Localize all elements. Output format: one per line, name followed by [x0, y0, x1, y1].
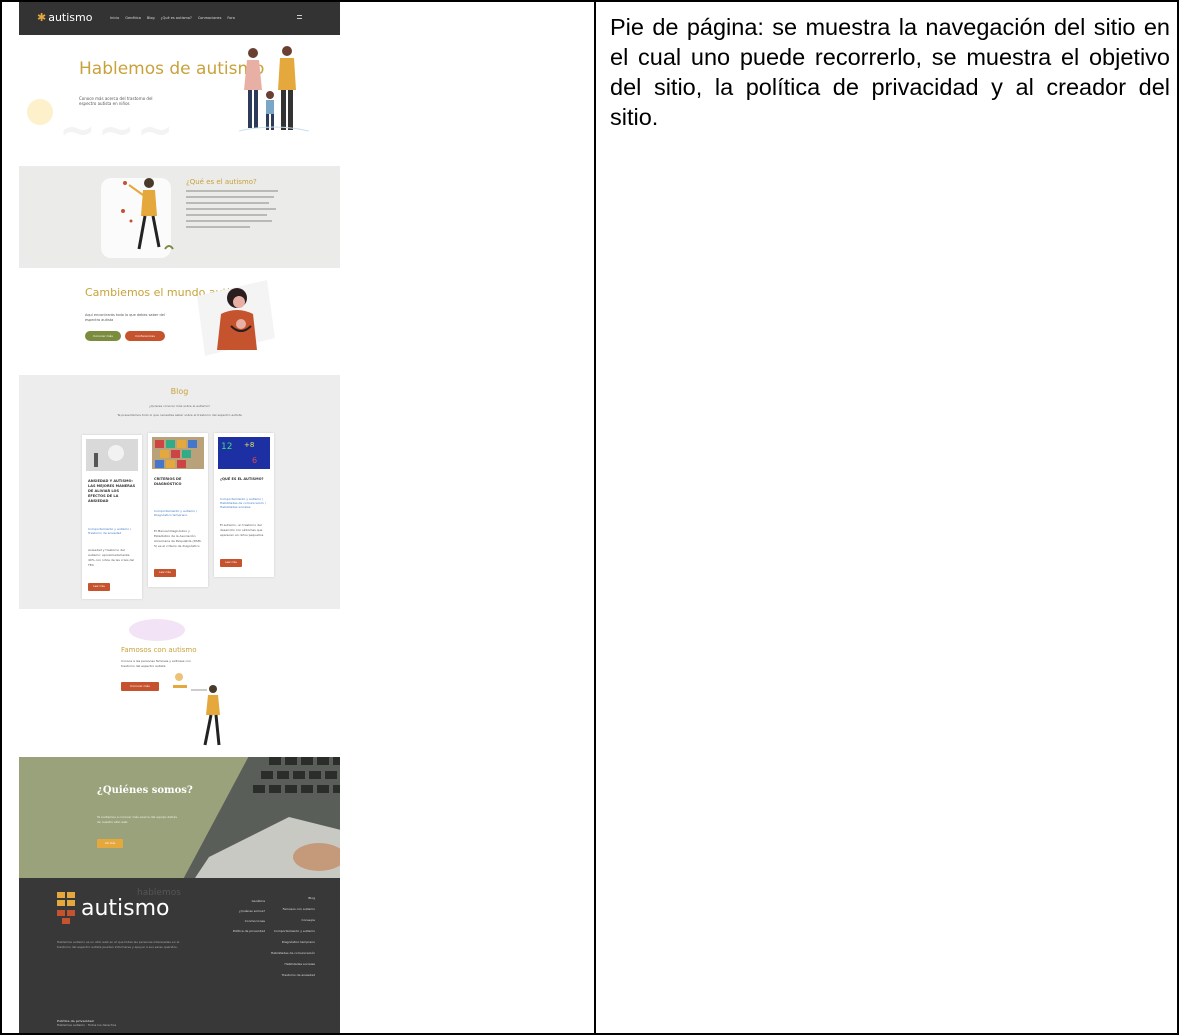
person-pointing-illustration	[121, 178, 174, 250]
section-title: Famosos con autismo	[121, 646, 197, 654]
card-excerpt: El autismo, un trastorno del desarrollo …	[220, 523, 264, 537]
conferences-button[interactable]: Conferencias	[125, 331, 165, 341]
site-logo[interactable]: ✱ autismo	[37, 11, 92, 24]
footer-link[interactable]: Trastorno de ansiedad	[269, 973, 315, 978]
nav-item[interactable]: Foro	[227, 16, 235, 20]
footer-links-col2: Blog Famosos con autismo Consejos Compor…	[269, 896, 315, 984]
section-subtitle: Aquí encontrarás todo lo que debes saber…	[85, 313, 165, 322]
learn-more-button[interactable]: Conocer más	[121, 682, 159, 691]
nav-item[interactable]: Blog	[147, 16, 155, 20]
read-more-button[interactable]: Leer más	[220, 559, 242, 567]
footer-link[interactable]: Habilidades sociales	[269, 962, 315, 967]
nav-item[interactable]: Conmociones	[198, 16, 222, 20]
card-category[interactable]: Comportamiento y autismo / Habilidades d…	[220, 497, 268, 509]
svg-text:6: 6	[252, 456, 257, 465]
footer-description: Hablemos autismo es un sitio web en el q…	[57, 940, 180, 949]
footer-link[interactable]: Diagnóstico temprano	[269, 940, 315, 945]
card-excerpt: El Manual Diagnóstico y Estadístico de l…	[154, 529, 202, 548]
footer-link[interactable]: Famosos con autismo	[269, 907, 315, 912]
figure-caption: Pie de página: se muestra la navegación …	[610, 14, 1170, 130]
svg-text:12: 12	[221, 442, 232, 452]
section-title: ¿Qué es el autismo?	[186, 178, 257, 186]
section-title: Blog	[170, 387, 189, 396]
hero-section: ~~~ Hablemos de autismo Conoce más acerc…	[19, 35, 340, 166]
footer-link[interactable]: ¿Quiénes somos?	[219, 906, 265, 916]
nav-menu: Inicio Genética Blog ¿Qué es autismo? Co…	[110, 16, 235, 20]
section-title: ¿Quiénes somos?	[97, 785, 193, 796]
card-image	[152, 437, 204, 469]
blog-card[interactable]: ANSIEDAD Y AUTISMO: LAS MEJORES MANERAS …	[82, 435, 142, 599]
card-category[interactable]: Comportamiento y autismo / Diagnóstico t…	[154, 509, 202, 517]
section-subtitle: Te invitamos a conocer más acerca del eq…	[97, 815, 177, 824]
svg-text:+8: +8	[244, 441, 254, 449]
decorative-circle	[27, 99, 53, 125]
footer-privacy-policy: Política de privacidad Hablemos autismo …	[57, 1019, 116, 1027]
read-more-button[interactable]: Leer más	[88, 583, 110, 591]
decorative-blob	[129, 619, 185, 641]
what-is-autism-section: ¿Qué es el autismo?	[19, 166, 340, 268]
nav-item[interactable]: ¿Qué es autismo?	[161, 16, 192, 20]
read-more-button[interactable]: Leer más	[154, 569, 176, 577]
section-subtitle: ¿Quieres conocer más sobre el autismo?	[149, 404, 210, 408]
footer-link[interactable]: Genética	[219, 896, 265, 906]
change-section: Cambiemos el mundo autista Aquí encontra…	[19, 268, 340, 375]
footer-link[interactable]: Consejos	[269, 918, 315, 923]
card-image	[86, 439, 138, 471]
learn-more-button[interactable]: Conocer más	[85, 331, 121, 341]
footer-links-col1: Genética ¿Quiénes somos? Conmociones Pol…	[219, 896, 265, 936]
card-category[interactable]: Comportamiento y autismo / Trastorno de …	[88, 527, 136, 535]
footer-link[interactable]: Habilidades de comunicación	[269, 951, 315, 956]
section-description: Te presentamos todo lo que necesitas sab…	[117, 413, 242, 417]
site-footer: hablemos autismo Hablemos autismo es un …	[19, 878, 340, 1033]
footer-link[interactable]: Conmociones	[219, 916, 265, 926]
footer-link[interactable]: Política de privacidad	[219, 926, 265, 936]
about-us-section: ¿Quiénes somos? Te invitamos a conocer m…	[19, 757, 340, 878]
footer-logo-text[interactable]: autismo	[81, 896, 170, 921]
hamburger-menu-icon[interactable]	[297, 15, 302, 19]
hero-watermark: ~~~	[59, 105, 176, 156]
puzzle-logo-icon: ✱	[37, 11, 47, 24]
logo-text: autismo	[48, 11, 93, 24]
footer-link[interactable]: Comportamiento y autismo	[269, 929, 315, 934]
hero-title: Hablemos de autismo	[79, 59, 265, 79]
see-more-button[interactable]: Ver más	[97, 839, 123, 848]
site-navbar: ✱ autismo Inicio Genética Blog ¿Qué es au…	[19, 2, 340, 35]
card-image: 12 +8 6	[218, 437, 270, 469]
card-excerpt: Ansiedad y trastorno del autismo: aproxi…	[88, 548, 135, 567]
mother-child-illustration	[197, 280, 275, 356]
column-divider	[594, 0, 596, 1035]
laptop-keyboard-image	[183, 757, 340, 878]
footer-copyright: Hablemos autismo · Todos los derechos	[57, 1023, 117, 1027]
famous-section: Famosos con autismo Conoce a las persona…	[19, 609, 340, 757]
card-heading: CRITERIOS DE DIAGNÓSTICO	[154, 477, 182, 486]
card-heading: ¿QUÉ ES EL AUTISMO?	[220, 477, 264, 481]
nav-item[interactable]: Inicio	[110, 16, 119, 20]
footer-link[interactable]: Blog	[269, 896, 315, 901]
card-heading: ANSIEDAD Y AUTISMO: LAS MEJORES MANERAS …	[88, 479, 136, 503]
paragraph-placeholder	[186, 190, 278, 232]
family-illustration	[239, 46, 309, 132]
blog-card[interactable]: CRITERIOS DE DIAGNÓSTICO Comportamiento …	[148, 433, 208, 587]
person-walking-illustration	[173, 673, 221, 746]
nav-item[interactable]: Genética	[125, 16, 141, 20]
blog-card[interactable]: 12 +8 6 ¿QUÉ ES EL AUTISMO? Comportamien…	[214, 433, 274, 577]
hero-subtitle: Conoce más acerca del trastorno del espe…	[79, 96, 153, 106]
blog-section: Blog ¿Quieres conocer más sobre el autis…	[19, 375, 340, 609]
website-screenshot: ✱ autismo Inicio Genética Blog ¿Qué es au…	[19, 2, 340, 1033]
